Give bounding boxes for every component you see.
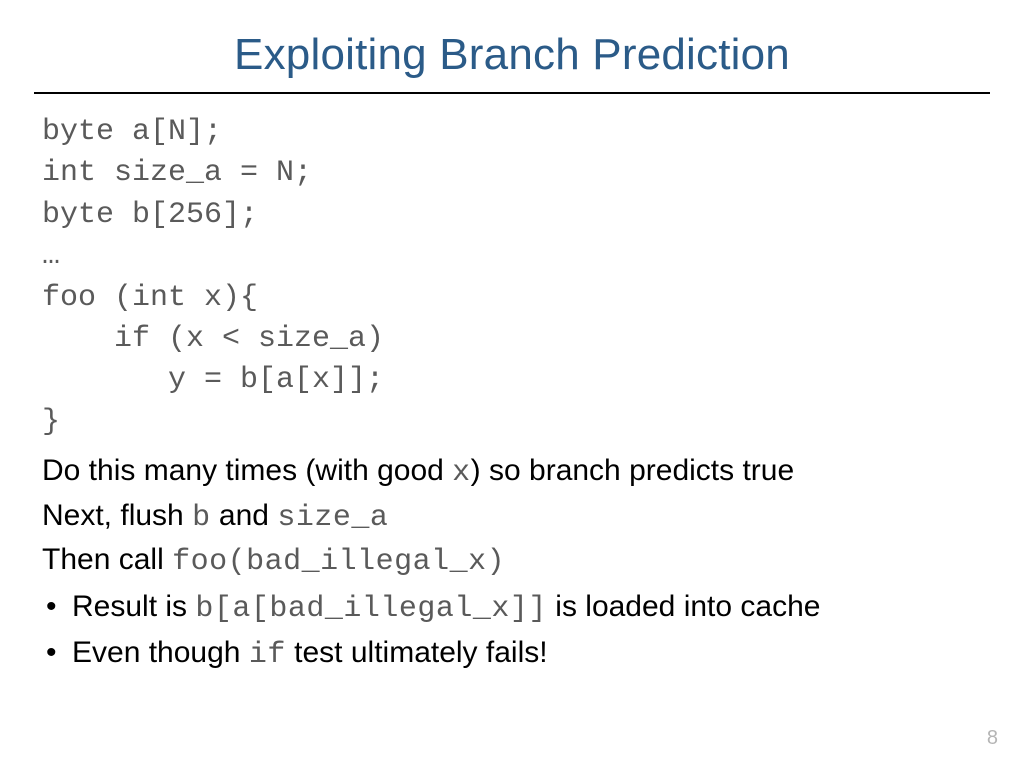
- slide: Exploiting Branch Prediction byte a[N]; …: [0, 0, 1024, 768]
- bullet-list: Result is b[a[bad_illegal_x]] is loaded …: [42, 587, 982, 676]
- code-block: byte a[N]; int size_a = N; byte b[256]; …: [42, 112, 982, 443]
- text: Do this many times (with good: [42, 454, 452, 487]
- inline-code: b: [192, 501, 211, 535]
- inline-code: x: [452, 456, 471, 490]
- text: Result is: [72, 590, 195, 623]
- text-line-3: Then call foo(bad_illegal_x): [42, 540, 982, 583]
- inline-code: foo(bad_illegal_x): [172, 545, 505, 579]
- slide-body: byte a[N]; int size_a = N; byte b[256]; …: [0, 112, 1024, 676]
- text: Then call: [42, 543, 172, 576]
- text: Even though: [72, 636, 249, 669]
- slide-title: Exploiting Branch Prediction: [0, 0, 1024, 92]
- text: and: [211, 499, 278, 532]
- inline-code: b[a[bad_illegal_x]]: [195, 592, 547, 626]
- page-number: 8: [987, 727, 998, 750]
- inline-code: size_a: [277, 501, 388, 535]
- text-line-2: Next, flush b and size_a: [42, 496, 982, 539]
- text-line-1: Do this many times (with good x) so bran…: [42, 451, 982, 494]
- list-item: Result is b[a[bad_illegal_x]] is loaded …: [42, 587, 982, 630]
- title-rule: [34, 92, 990, 94]
- list-item: Even though if test ultimately fails!: [42, 633, 982, 676]
- text: is loaded into cache: [547, 590, 821, 623]
- text: Next, flush: [42, 499, 192, 532]
- inline-code: if: [249, 638, 286, 672]
- text: test ultimately fails!: [286, 636, 548, 669]
- text: ) so branch predicts true: [471, 454, 794, 487]
